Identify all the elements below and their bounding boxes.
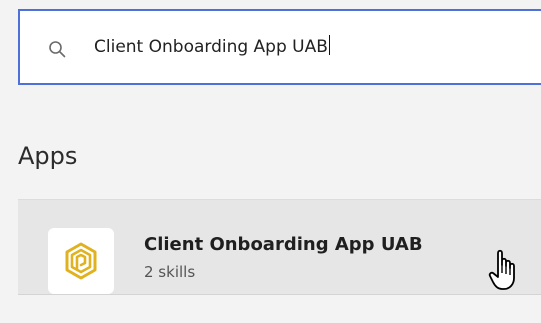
hexagon-spiral-logo-icon [48,228,114,294]
pointer-hand-cursor-icon [488,247,524,293]
apps-section-heading: Apps [18,142,78,170]
search-field[interactable]: Client Onboarding App UAB [18,9,541,85]
search-input[interactable]: Client Onboarding App UAB [94,35,330,57]
app-result-item[interactable]: Client Onboarding App UAB 2 skills [18,199,541,295]
app-name: Client Onboarding App UAB [144,234,423,255]
text-caret [328,35,330,55]
search-query-text: Client Onboarding App UAB [94,37,328,57]
search-icon [48,40,66,58]
app-skill-count: 2 skills [144,263,196,281]
